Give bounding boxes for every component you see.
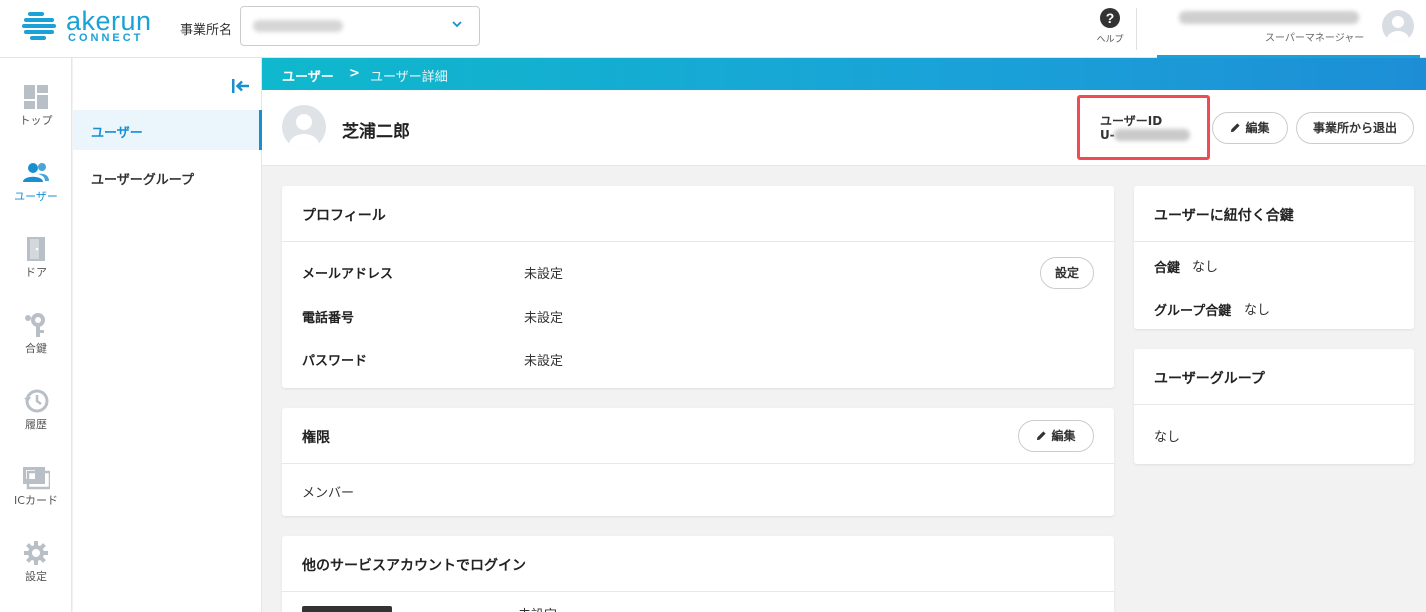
history-icon [24, 389, 49, 413]
key-label: 合鍵 [1154, 261, 1181, 276]
help-icon: ? [1100, 8, 1120, 28]
edit-user-button[interactable]: 編集 [1212, 112, 1288, 144]
user-avatar-icon [289, 114, 319, 149]
nav-label: 合鍵 [25, 342, 47, 355]
key-icon [25, 313, 45, 337]
logo-mark-icon [22, 12, 56, 40]
pencil-icon [1231, 123, 1241, 133]
door-icon [27, 237, 45, 261]
main-nav: トップ ユーザー ドア 合鍵 履歴 ICカード 設定 [0, 58, 72, 612]
help-button[interactable]: ? ヘルプ [1092, 8, 1128, 48]
users-icon [23, 163, 49, 182]
phone-value: 未設定 [524, 311, 564, 326]
nav-label: ドア [25, 266, 47, 279]
user-avatar-icon [1387, 16, 1409, 42]
nav-item-ic-card[interactable]: ICカード [0, 454, 72, 526]
dashboard-icon [24, 85, 48, 109]
office-select[interactable] [240, 6, 480, 46]
group-key-label: グループ合鍵 [1154, 304, 1232, 319]
user-title-bar: 芝浦二郎 ユーザーID U- 編集 事業所から退出 [262, 90, 1426, 166]
email-value: 未設定 [524, 267, 564, 282]
nav-label: 設定 [25, 570, 47, 583]
edit-label: 編集 [1051, 429, 1076, 443]
user-group-value: なし [1154, 430, 1181, 445]
sub-nav: ユーザー ユーザーグループ [73, 58, 262, 612]
edit-permission-button[interactable]: 編集 [1018, 420, 1094, 452]
edit-label: 編集 [1245, 121, 1270, 135]
nav-label: ICカード [14, 494, 58, 507]
avatar [282, 105, 326, 149]
nav-item-door[interactable]: ドア [0, 226, 72, 298]
nav-label: 履歴 [25, 418, 47, 431]
logo-subtitle: CONNECT [68, 32, 144, 44]
subnav-item-users[interactable]: ユーザー [73, 110, 262, 150]
top-header: akerun CONNECT 事業所名 ? ヘルプ スーパーマネージャー [0, 0, 1426, 58]
email-set-button[interactable]: 設定 [1040, 257, 1094, 289]
akerun-logo[interactable]: akerun CONNECT [22, 6, 152, 46]
office-name-redacted [253, 20, 343, 32]
breadcrumb-users-link[interactable]: ユーザー [282, 66, 334, 85]
office-label: 事業所名 [180, 23, 233, 38]
collapse-sidebar-icon[interactable] [231, 76, 251, 96]
user-id-value: U- [1100, 128, 1115, 142]
profile-card: プロフィール メールアドレス 未設定 設定 電話番号 未設定 パスワード 未設定 [282, 186, 1114, 388]
account-role: スーパーマネージャー [1265, 33, 1365, 44]
password-label: パスワード [302, 354, 368, 369]
permission-card: 権限 編集 メンバー [282, 408, 1114, 516]
nav-item-history[interactable]: 履歴 [0, 378, 72, 450]
key-value: なし [1192, 260, 1219, 275]
nav-item-keys[interactable]: 合鍵 [0, 302, 72, 374]
gear-icon [24, 541, 48, 565]
ic-card-icon [23, 467, 50, 490]
other-login-card: 他のサービスアカウントでログイン 未設定 [282, 536, 1114, 612]
breadcrumb-current: ユーザー詳細 [370, 70, 448, 85]
user-group-card: ユーザーグループ なし [1134, 349, 1414, 464]
profile-title: プロフィール [282, 186, 1114, 242]
page-title: 芝浦二郎 [342, 122, 410, 142]
phone-label: 電話番号 [302, 311, 355, 326]
password-value: 未設定 [524, 354, 564, 369]
nav-label: ユーザー [14, 190, 58, 203]
account-menu[interactable]: スーパーマネージャー [1157, 0, 1420, 58]
user-group-title: ユーザーグループ [1134, 349, 1414, 405]
subnav-item-user-groups[interactable]: ユーザーグループ [73, 157, 262, 197]
nav-item-settings[interactable]: 設定 [0, 530, 72, 602]
linked-keys-title: ユーザーに紐付く合鍵 [1134, 186, 1414, 242]
group-key-value: なし [1244, 303, 1271, 318]
user-id-label: ユーザーID [1100, 114, 1163, 128]
help-label: ヘルプ [1096, 35, 1124, 45]
permission-value: メンバー [302, 486, 355, 501]
linked-keys-card: ユーザーに紐付く合鍵 合鍵 なし グループ合鍵 なし [1134, 186, 1414, 329]
other-login-row-value: 未設定 [518, 604, 557, 612]
header-divider [1136, 8, 1137, 50]
nav-item-users[interactable]: ユーザー [0, 150, 72, 222]
nav-label: トップ [19, 114, 53, 127]
breadcrumb-separator: > [349, 66, 360, 81]
account-name-redacted [1179, 11, 1359, 24]
chevron-down-icon [452, 21, 462, 28]
user-id-highlight: ユーザーID U- [1077, 95, 1210, 160]
permission-title: 権限 [282, 408, 1114, 464]
email-label: メールアドレス [302, 267, 394, 282]
other-login-row-label [302, 606, 392, 612]
nav-item-top[interactable]: トップ [0, 74, 72, 146]
leave-office-button[interactable]: 事業所から退出 [1296, 112, 1414, 144]
other-login-title: 他のサービスアカウントでログイン [282, 536, 1114, 592]
pencil-icon [1037, 431, 1047, 441]
avatar [1382, 10, 1414, 42]
user-id-redacted [1114, 129, 1190, 141]
breadcrumb: ユーザー > ユーザー詳細 [262, 58, 1426, 90]
